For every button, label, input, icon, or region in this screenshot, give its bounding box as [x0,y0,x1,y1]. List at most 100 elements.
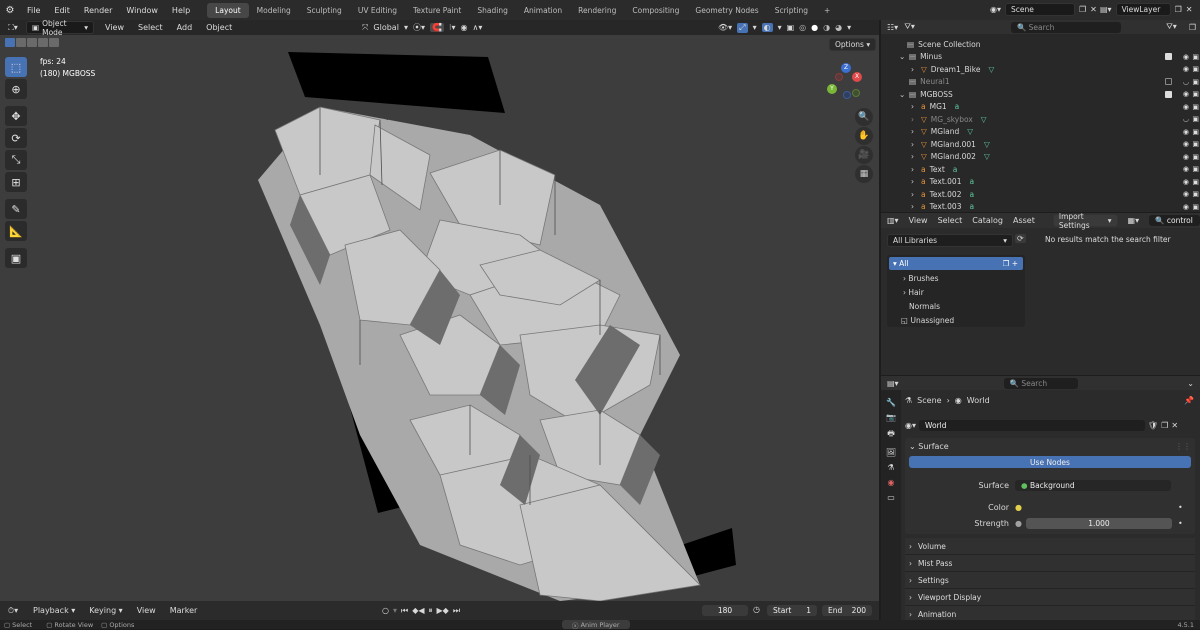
tool-tab-icon[interactable]: 🔧 [886,398,896,407]
eye-icon[interactable]: ◉ [1183,190,1189,198]
zoom-icon[interactable]: 🔍 [855,108,873,126]
catalog-normals[interactable]: Normals [887,300,1025,314]
menu-render[interactable]: Render [77,6,119,15]
collapsed-panel-settings[interactable]: › Settings [905,572,1195,589]
collapsed-panel-viewport-display[interactable]: › Viewport Display [905,589,1195,606]
axis-neg-y[interactable] [852,89,860,97]
tab-rendering[interactable]: Rendering [570,3,624,18]
viewport-menu-view[interactable]: View [98,23,131,32]
eye-icon[interactable]: ◉ [1183,153,1189,161]
render-tab-icon[interactable]: 📷 [886,413,896,422]
outliner-row[interactable]: › ▽ MG_skybox ▽ ◡ ▣ [881,113,1200,126]
eye-icon[interactable]: ◉ [1183,140,1189,148]
overlay-toggle-icon[interactable]: ◐ [761,23,773,32]
start-frame-field[interactable]: Start 1 [767,605,817,616]
catalog-all[interactable]: ▾ All ❐ + [889,257,1023,270]
axis-y[interactable]: Y [827,84,837,94]
expand-arrow-icon[interactable]: ⌄ [899,90,909,99]
view-layer-icon[interactable]: ▤▾ [1100,5,1112,14]
viewport-menu-object[interactable]: Object [199,23,239,32]
catalog-unassigned[interactable]: ◱ Unassigned [887,314,1025,328]
world-tab-icon[interactable]: ◉ [888,478,895,487]
tab-scripting[interactable]: Scripting [767,3,816,18]
pan-hand-icon[interactable]: ✋ [855,127,873,145]
render-camera-icon[interactable]: ▣ [1192,103,1199,111]
tab-uv-editing[interactable]: UV Editing [350,3,405,18]
render-camera-icon[interactable]: ▣ [1192,190,1199,198]
eye-icon[interactable]: ◉ [1183,128,1189,136]
outliner-row[interactable]: ⌄ ▤ MGBOSS ◉ ▣ [881,88,1200,101]
preview-range-icon[interactable]: ◷ [753,605,760,614]
expand-arrow-icon[interactable]: ⌄ [899,52,909,61]
new-catalog-icon[interactable]: ❐ + [1003,259,1018,268]
unlink-world-icon[interactable]: ✕ [1171,421,1178,430]
collapse-arrow-icon[interactable]: › [911,202,921,211]
shading-dropdown-icon[interactable]: ▾ [847,23,851,32]
snap-icon[interactable]: 🧲 [429,23,444,32]
shading-material-icon[interactable]: ◑ [823,23,830,32]
menu-edit[interactable]: Edit [47,6,77,15]
library-selector[interactable]: All Libraries ▾ [887,234,1013,247]
use-nodes-button[interactable]: Use Nodes [909,456,1191,468]
timeline-menu-keying[interactable]: Keying ▾ [82,606,129,615]
snap-target-icon[interactable]: ⁝▾ [449,23,456,32]
gizmo-dropdown-icon[interactable]: ▾ [753,23,757,32]
outliner-row[interactable]: › ▽ MGland.001 ▽ ◉ ▣ [881,138,1200,151]
collapsed-panel-volume[interactable]: › Volume [905,538,1195,555]
view-layer-tab-icon[interactable]: 🖼 [886,448,896,457]
properties-editor-icon[interactable]: ▤▾ [887,379,899,388]
surface-panel-header[interactable]: ⌄ Surface ⋮⋮ [905,438,1195,454]
new-collection-icon[interactable]: ❐ [1189,23,1196,32]
render-camera-icon[interactable]: ▣ [1192,65,1199,73]
current-frame-field[interactable]: 180 [702,605,748,616]
timeline-menu-view[interactable]: View [130,606,163,615]
asset-editor-icon[interactable]: ▥▾ [887,216,899,225]
eye-icon[interactable]: ◉ [1183,203,1189,211]
outliner-row[interactable]: ▤ Neural1 ◡ ▣ [881,76,1200,89]
outliner-row[interactable]: › a Text.003 a ◉ ▣ [881,201,1200,214]
collapse-arrow-icon[interactable]: › [911,65,921,74]
collapse-arrow-icon[interactable]: › [911,115,921,124]
render-camera-icon[interactable]: ▣ [1192,153,1199,161]
render-camera-icon[interactable]: ▣ [1192,115,1199,123]
color-keyframe-icon[interactable]: • [1178,503,1183,512]
tab-sculpting[interactable]: Sculpting [299,3,350,18]
duplicate-world-icon[interactable]: ❐ [1161,421,1168,430]
collapse-arrow-icon[interactable]: › [911,102,921,111]
editor-type-icon[interactable]: ⛶▾ [0,23,26,33]
keying-dropdown-icon[interactable]: ▾ [393,606,397,615]
menu-window[interactable]: Window [119,6,165,15]
world-type-icon[interactable]: ◉▾ [905,421,916,430]
xray-icon[interactable]: ▣ [787,23,795,32]
blender-logo-icon[interactable]: ⚙ [0,5,20,16]
outliner-filter-icon[interactable]: ⛛▾ [904,22,915,32]
asset-menu-select[interactable]: Select [938,216,963,225]
delete-view-layer-icon[interactable]: ✕ [1186,5,1193,14]
outliner-row[interactable]: › a Text a ◉ ▣ [881,163,1200,176]
refresh-library-icon[interactable]: ⟳ [1015,234,1026,243]
record-icon[interactable]: ○ [382,606,389,615]
surface-shader-field[interactable]: ● Background [1015,480,1171,491]
collapse-arrow-icon[interactable]: › [911,127,921,136]
outliner-row[interactable]: › a Text.001 a ◉ ▣ [881,176,1200,189]
outliner-row[interactable]: › a Text.002 a ◉ ▣ [881,188,1200,201]
next-keyframe-icon[interactable]: ▶◆ [437,606,449,615]
viewport-menu-select[interactable]: Select [131,23,170,32]
eye-icon[interactable]: ◉ [1183,65,1189,73]
eye-icon[interactable]: ◉ [1183,53,1189,61]
asset-menu-asset[interactable]: Asset [1013,216,1035,225]
outliner-row[interactable]: › ▽ MGland ▽ ◉ ▣ [881,126,1200,139]
scene-icon[interactable]: ◉▾ [990,5,1001,14]
view-layer-selector[interactable]: ViewLayer [1115,3,1171,16]
delete-scene-icon[interactable]: ✕ [1090,5,1097,14]
camera-view-icon[interactable]: 🎥 [855,146,873,164]
render-camera-icon[interactable]: ▣ [1192,53,1199,61]
import-settings-dropdown[interactable]: Import Settings ▾ [1052,212,1118,230]
new-view-layer-icon[interactable]: ❐ [1175,5,1182,14]
tab-compositing[interactable]: Compositing [624,3,687,18]
render-camera-icon[interactable]: ▣ [1192,128,1199,136]
outliner-funnel-icon[interactable]: ⛛▾ [1166,22,1177,32]
strength-field[interactable]: 1.000 [1025,518,1172,529]
asset-menu-catalog[interactable]: Catalog [972,216,1003,225]
properties-options-icon[interactable]: ⌄ [1187,379,1194,388]
